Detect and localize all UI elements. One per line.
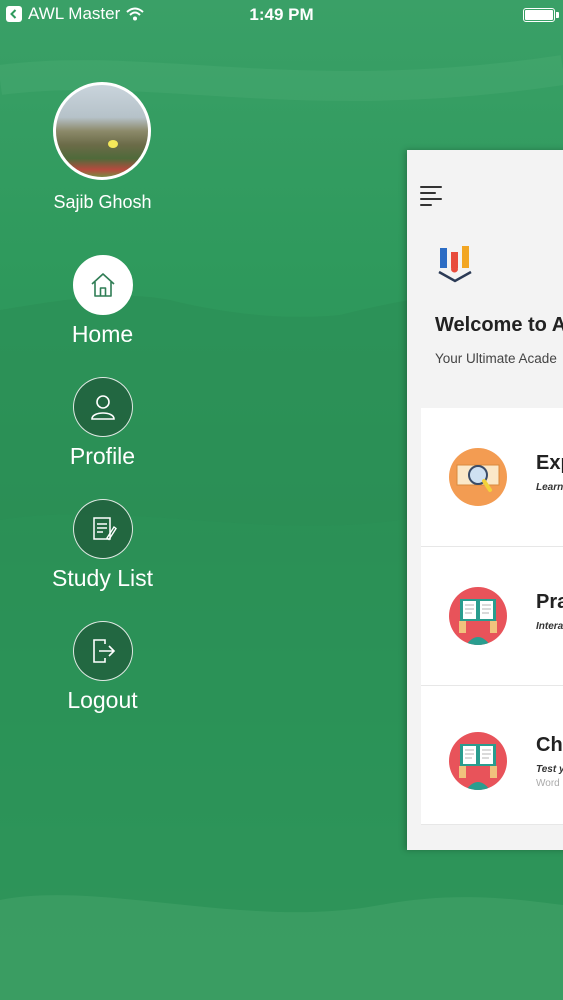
menu-item-study-list[interactable]: Study List (0, 499, 205, 592)
avatar[interactable] (53, 82, 151, 180)
logout-icon (72, 621, 133, 681)
app-logo (438, 246, 472, 283)
card-title: Cha (536, 734, 563, 756)
status-bar: AWL Master 1:49 PM (0, 0, 563, 28)
reading-person-icon (449, 587, 507, 645)
card-title: Exp (536, 452, 563, 474)
menu-item-home[interactable]: Home (0, 255, 205, 348)
feature-card-list: Exp Learn Pra Intera (421, 408, 563, 825)
status-time: 1:49 PM (249, 5, 314, 24)
document-edit-icon (72, 499, 133, 559)
side-menu: Sajib Ghosh Home Profile Study List Logo… (0, 0, 205, 1000)
reading-person-icon (449, 732, 507, 790)
feature-card-challenge[interactable]: Cha Test y Word (421, 686, 563, 825)
menu-item-logout[interactable]: Logout (0, 621, 205, 714)
user-icon (72, 377, 133, 437)
menu-toggle-icon[interactable] (420, 184, 444, 206)
magnifier-book-icon (449, 448, 507, 506)
card-subtitle: Intera (536, 621, 563, 632)
card-subtitle-secondary: Word (536, 778, 560, 789)
tagline: Your Ultimate Acade (435, 351, 557, 366)
card-subtitle: Test y (536, 764, 563, 775)
feature-card-practice[interactable]: Pra Intera (421, 547, 563, 686)
card-subtitle: Learn (536, 482, 563, 493)
battery-icon (523, 8, 559, 22)
home-icon (72, 255, 133, 315)
user-name: Sajib Ghosh (53, 192, 152, 212)
feature-card-explore[interactable]: Exp Learn (421, 408, 563, 547)
menu-item-label: Study List (52, 565, 153, 591)
menu-item-label: Profile (69, 443, 136, 469)
home-screen-panel[interactable]: Welcome to A Your Ultimate Acade Exp Lea… (407, 150, 563, 850)
menu-item-profile[interactable]: Profile (0, 377, 205, 470)
card-title: Pra (536, 591, 563, 613)
welcome-title: Welcome to A (435, 314, 563, 336)
menu-item-label: Logout (67, 687, 138, 713)
menu-item-label: Home (71, 321, 134, 347)
